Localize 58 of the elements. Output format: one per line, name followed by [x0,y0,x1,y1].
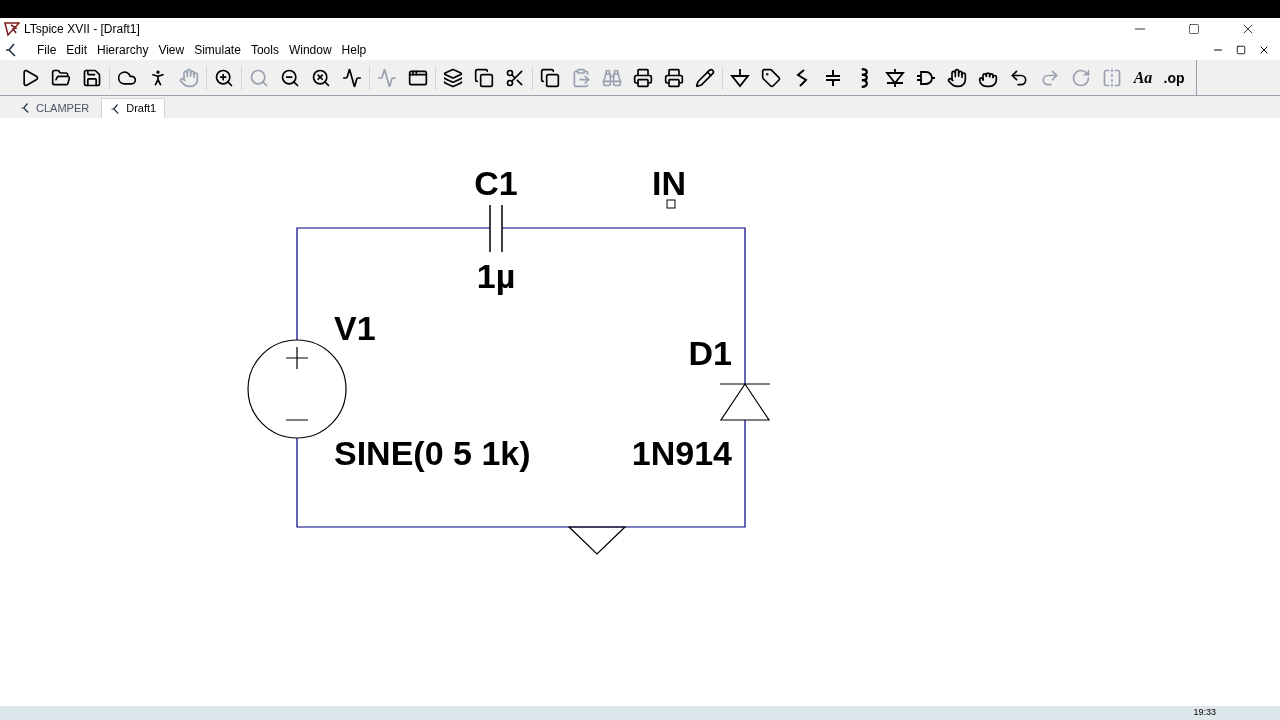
app-logo-icon [4,21,20,37]
pencil-icon [695,67,715,88]
clock: 19:33 [1193,706,1216,720]
hand-icon [179,67,199,88]
copy-icon [540,67,560,88]
component-name: V1 [334,309,376,347]
menu-item[interactable]: Edit [61,42,93,58]
paste-icon [571,67,591,88]
close-icon[interactable] [1258,44,1270,56]
zoom-cancel-icon [311,67,331,88]
print-icon [633,67,653,88]
save-icon [82,67,102,88]
mirror-icon [1102,67,1122,88]
printer-icon [664,67,684,88]
maximize-icon[interactable] [1188,23,1200,35]
binoculars-icon [602,67,622,88]
menu-item[interactable]: Hierarchy [92,42,154,58]
component-value: 1N914 [631,434,732,472]
windows-icon [474,67,494,88]
magnifier-icon [249,67,269,88]
diode-icon [885,67,905,88]
spice-directive-button[interactable]: .op [1160,63,1188,92]
label-icon [761,67,781,88]
component-name: C1 [474,164,518,202]
menu-item[interactable]: Tools [245,42,284,58]
redo-icon [1040,67,1060,88]
document-tab[interactable]: Draft1 [101,98,166,118]
zoom-in-icon [214,67,234,88]
maximize-icon[interactable] [1236,45,1246,55]
inductor-icon [859,67,869,88]
net-label-pin [666,199,676,209]
run-icon [20,67,40,88]
text-tool-button[interactable]: Aa [1129,63,1157,92]
menu-item[interactable]: View [153,42,190,58]
diode-symbol [719,383,771,421]
menu-item[interactable]: Simulate [189,42,246,58]
menu-item[interactable]: Window [283,42,337,58]
component-value: 1µ [476,257,516,295]
capacitor-symbol [489,204,503,253]
window-title: LTspice XVII - [Draft1] [24,21,140,37]
cascade-icon [443,67,463,88]
cut-icon [505,67,525,88]
ground-icon [730,67,750,88]
undo-icon [1009,67,1029,88]
folder-icon [51,67,71,88]
capacitor-icon [823,67,843,88]
hand-icon [947,67,967,88]
waveform-icon [342,67,362,88]
rotate-icon [1071,67,1091,88]
waveform-icon [377,67,397,88]
component-name: D1 [688,334,732,372]
menu-item[interactable]: File [32,42,62,58]
net-label: IN [652,164,686,202]
component-value: SINE(0 5 1k) [334,434,531,472]
zoom-out-icon [280,67,300,88]
document-tab[interactable]: CLAMPER [12,98,98,118]
menu-item[interactable]: Help [336,42,372,58]
ground-symbol [567,526,627,555]
